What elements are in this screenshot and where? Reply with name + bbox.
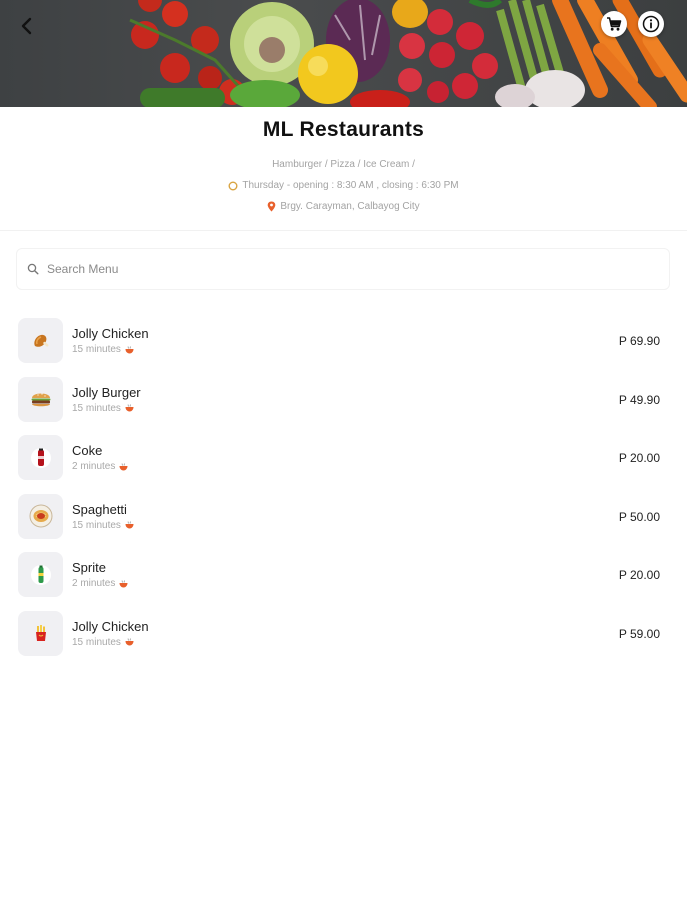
restaurant-categories: Hamburger / Pizza / Ice Cream / — [0, 159, 687, 170]
menu-item-thumbnail — [18, 552, 63, 597]
location-pin-icon — [268, 201, 276, 212]
menu-item[interactable]: Spaghetti 15 minutes P 50.00 — [0, 486, 687, 545]
menu-item[interactable]: Jolly Chicken 15 minutes P 69.90 — [0, 310, 687, 369]
cart-button[interactable] — [601, 11, 627, 37]
burger-icon — [31, 393, 50, 407]
back-button[interactable] — [12, 12, 40, 40]
search-input[interactable] — [45, 261, 609, 277]
menu-item-prep-time: 15 minutes — [72, 520, 134, 531]
bowl-icon — [125, 404, 134, 412]
search-bar[interactable] — [16, 248, 670, 290]
clock-icon — [228, 181, 238, 190]
restaurant-address: Brgy. Carayman, Calbayog City — [0, 201, 687, 212]
sprite-bottle-icon — [30, 564, 51, 585]
menu-item-prep-time: 2 minutes — [72, 578, 128, 589]
menu-item-name: Sprite — [72, 560, 106, 575]
menu-item-prep-time: 15 minutes — [72, 344, 134, 355]
menu-item-price: P 20.00 — [618, 568, 660, 582]
prep-time-text: 2 minutes — [72, 461, 116, 472]
menu-item-name: Jolly Chicken — [72, 326, 149, 341]
menu-item-thumbnail — [18, 493, 63, 539]
hours-text: Thursday - opening : 8:30 AM , closing :… — [242, 180, 459, 191]
search-icon — [27, 263, 39, 275]
menu-item-thumbnail — [18, 318, 63, 363]
menu-item[interactable]: Coke 2 minutes P 20.00 — [0, 427, 687, 486]
menu-item-price: P 50.00 — [618, 509, 660, 524]
menu-item-name: Jolly Burger — [72, 384, 141, 400]
bowl-icon — [125, 521, 134, 529]
menu-item-prep-time: 15 minutes — [72, 637, 134, 648]
fried-chicken-icon — [33, 334, 48, 347]
menu-item-price: P 59.00 — [618, 626, 660, 641]
hero-banner — [0, 0, 687, 107]
prep-time-text: 2 minutes — [72, 578, 116, 589]
prep-time-text: 15 minutes — [72, 636, 121, 648]
restaurant-hours: Thursday - opening : 8:30 AM , closing :… — [0, 180, 687, 191]
prep-time-text: 15 minutes — [72, 344, 121, 355]
bowl-icon — [125, 345, 134, 353]
divider — [0, 230, 687, 231]
prep-time-text: 15 minutes — [72, 402, 121, 414]
menu-item[interactable]: Jolly Chicken 15 minutes P 59.00 — [0, 603, 687, 662]
spaghetti-plate-icon — [29, 504, 52, 528]
menu-item-price: P 69.90 — [618, 334, 660, 348]
info-icon — [642, 15, 660, 33]
bowl-icon — [119, 579, 128, 587]
categories-text: Hamburger / Pizza / Ice Cream / — [272, 159, 415, 170]
menu-item-name: Coke — [72, 443, 103, 458]
bowl-icon — [119, 462, 128, 470]
menu-item[interactable]: Sprite 2 minutes P 20.00 — [0, 544, 687, 603]
menu-item-price: P 49.90 — [618, 392, 660, 407]
menu-item-name: Spaghetti — [72, 501, 127, 517]
chevron-left-icon — [21, 17, 32, 35]
address-text: Brgy. Carayman, Calbayog City — [280, 201, 420, 212]
menu-item-thumbnail — [18, 435, 63, 480]
menu-item-prep-time: 15 minutes — [72, 403, 134, 414]
cart-icon — [607, 17, 622, 31]
menu-item-thumbnail — [18, 610, 63, 656]
fries-icon — [35, 625, 46, 641]
vegetables-image — [129, 0, 687, 107]
menu-item-prep-time: 2 minutes — [72, 461, 128, 472]
coke-bottle-icon — [30, 447, 51, 468]
info-button[interactable] — [638, 11, 664, 37]
prep-time-text: 15 minutes — [72, 519, 121, 531]
menu-list: Jolly Chicken 15 minutes P 69.90 Jolly B… — [0, 310, 687, 661]
menu-item[interactable]: Jolly Burger 15 minutes P 49.90 — [0, 369, 687, 428]
restaurant-name: ML Restaurants — [262, 118, 425, 141]
menu-item-price: P 20.00 — [618, 451, 660, 465]
menu-item-thumbnail — [18, 376, 63, 422]
menu-item-name: Jolly Chicken — [72, 618, 149, 634]
bowl-icon — [125, 638, 134, 646]
